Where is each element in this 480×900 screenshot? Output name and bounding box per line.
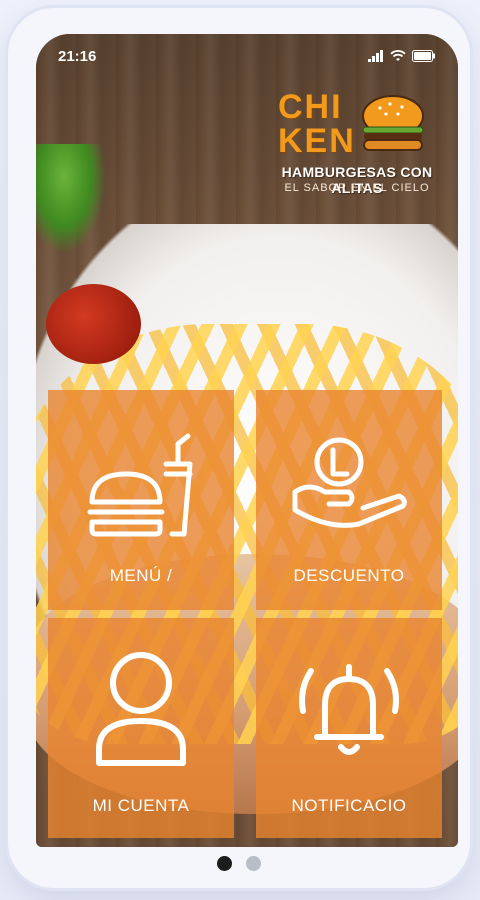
logo-slogan: EL SABOR EN EL CIELO xyxy=(284,182,430,194)
battery-icon xyxy=(412,50,435,62)
burger-drink-icon xyxy=(81,430,201,540)
account-tile[interactable]: MI CUENTA xyxy=(48,618,234,838)
user-icon xyxy=(81,652,201,766)
page-dot-2[interactable] xyxy=(246,855,261,871)
wifi-icon xyxy=(390,50,406,61)
background-herb xyxy=(36,144,106,254)
brand-logo: CHI KEN HAMBURGESAS CON ALITAS EL SABOR … xyxy=(268,90,448,200)
logo-line2: KEN xyxy=(278,122,356,160)
discount-tile-label: DESCUENTO xyxy=(293,566,405,585)
status-time: 21:16 xyxy=(58,47,97,65)
menu-tile-label: MENÚ / xyxy=(109,566,173,585)
phone-frame: 21:16 CHI KEN HAMBURGESAS CON ALITAS EL … xyxy=(8,8,470,888)
discount-tile[interactable]: DESCUENTO xyxy=(256,390,442,610)
notifications-tile[interactable]: NOTIFICACIO xyxy=(256,618,442,838)
background-ketchup xyxy=(46,284,141,364)
burger-logo-icon xyxy=(362,95,424,151)
account-tile-label: MI CUENTA xyxy=(92,796,190,815)
logo-line1: CHI xyxy=(278,88,343,126)
hand-coin-icon xyxy=(289,430,409,540)
status-icons xyxy=(368,50,436,62)
notifications-tile-label: NOTIFICACIO xyxy=(291,796,407,815)
signal-icon xyxy=(368,50,383,62)
page-indicator xyxy=(8,848,470,878)
bell-ringing-icon xyxy=(289,654,409,764)
status-bar: 21:16 xyxy=(36,34,458,78)
page-dot-1[interactable] xyxy=(217,855,232,871)
menu-tile[interactable]: MENÚ / xyxy=(48,390,234,610)
app-screen: 21:16 CHI KEN HAMBURGESAS CON ALITAS EL … xyxy=(36,34,458,847)
